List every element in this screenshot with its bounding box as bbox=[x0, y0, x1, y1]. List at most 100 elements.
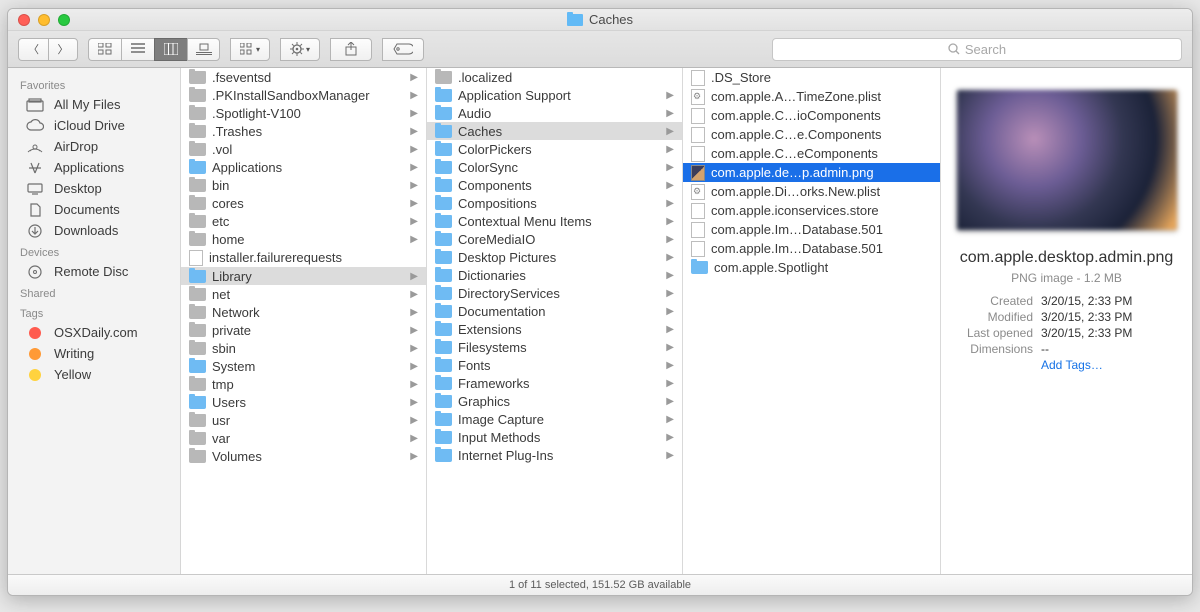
sidebar-item[interactable]: Remote Disc bbox=[8, 261, 180, 282]
chevron-right-icon: ▶ bbox=[666, 414, 676, 425]
file-row[interactable]: Frameworks▶ bbox=[427, 374, 682, 392]
file-row[interactable]: sbin▶ bbox=[181, 339, 426, 357]
file-row[interactable]: DirectoryServices▶ bbox=[427, 284, 682, 302]
file-row[interactable]: Fonts▶ bbox=[427, 356, 682, 374]
file-row[interactable]: ColorSync▶ bbox=[427, 158, 682, 176]
applications-icon bbox=[26, 161, 44, 175]
file-row[interactable]: com.apple.de…p.admin.png bbox=[683, 163, 940, 182]
file-row[interactable]: com.apple.Spotlight bbox=[683, 258, 940, 276]
sidebar-item[interactable]: OSXDaily.com bbox=[8, 322, 180, 343]
file-row[interactable]: Caches▶ bbox=[427, 122, 682, 140]
column-1[interactable]: .fseventsd▶.PKInstallSandboxManager▶.Spo… bbox=[181, 68, 427, 574]
list-view-button[interactable] bbox=[121, 38, 154, 61]
file-row[interactable]: .DS_Store bbox=[683, 68, 940, 87]
minimize-button[interactable] bbox=[38, 14, 50, 26]
file-row[interactable]: .Spotlight-V100▶ bbox=[181, 104, 426, 122]
file-name: Internet Plug-Ins bbox=[458, 448, 553, 463]
preview-thumbnail[interactable] bbox=[957, 90, 1177, 230]
file-row[interactable]: Extensions▶ bbox=[427, 320, 682, 338]
close-button[interactable] bbox=[18, 14, 30, 26]
forward-button[interactable]: 〉 bbox=[48, 38, 78, 61]
file-row[interactable]: usr▶ bbox=[181, 411, 426, 429]
sidebar-item[interactable]: Yellow bbox=[8, 364, 180, 385]
file-row[interactable]: com.apple.Im…Database.501 bbox=[683, 239, 940, 258]
file-name: Extensions bbox=[458, 322, 522, 337]
arrange-button[interactable]: ▾ bbox=[230, 38, 270, 61]
file-row[interactable]: Applications▶ bbox=[181, 158, 426, 176]
chevron-right-icon: ▶ bbox=[666, 270, 676, 281]
icon-view-button[interactable] bbox=[88, 38, 121, 61]
sidebar-item[interactable]: Writing bbox=[8, 343, 180, 364]
file-row[interactable]: Compositions▶ bbox=[427, 194, 682, 212]
file-row[interactable]: installer.failurerequests bbox=[181, 248, 426, 267]
share-button[interactable] bbox=[330, 38, 372, 61]
sidebar-item[interactable]: Applications bbox=[8, 157, 180, 178]
zoom-button[interactable] bbox=[58, 14, 70, 26]
file-row[interactable]: .Trashes▶ bbox=[181, 122, 426, 140]
file-row[interactable]: CoreMediaIO▶ bbox=[427, 230, 682, 248]
sidebar-item[interactable]: Desktop bbox=[8, 178, 180, 199]
file-row[interactable]: home▶ bbox=[181, 230, 426, 248]
sidebar-item[interactable]: Downloads bbox=[8, 220, 180, 241]
file-row[interactable]: Components▶ bbox=[427, 176, 682, 194]
file-row[interactable]: Documentation▶ bbox=[427, 302, 682, 320]
file-row[interactable]: Dictionaries▶ bbox=[427, 266, 682, 284]
chevron-right-icon: ▶ bbox=[410, 234, 420, 245]
file-row[interactable]: .fseventsd▶ bbox=[181, 68, 426, 86]
file-row[interactable]: com.apple.C…e.Components bbox=[683, 125, 940, 144]
file-row[interactable]: Volumes▶ bbox=[181, 447, 426, 465]
edit-tags-button[interactable] bbox=[382, 38, 424, 61]
file-row[interactable]: net▶ bbox=[181, 285, 426, 303]
column-3[interactable]: .DS_Storecom.apple.A…TimeZone.plistcom.a… bbox=[683, 68, 941, 574]
file-row[interactable]: .localized bbox=[427, 68, 682, 86]
action-group: ▾ bbox=[280, 38, 320, 61]
file-row[interactable]: Network▶ bbox=[181, 303, 426, 321]
folder-icon bbox=[435, 107, 452, 120]
file-row[interactable]: com.apple.C…eComponents bbox=[683, 144, 940, 163]
sidebar-item[interactable]: Documents bbox=[8, 199, 180, 220]
file-row[interactable]: private▶ bbox=[181, 321, 426, 339]
file-row[interactable]: var▶ bbox=[181, 429, 426, 447]
document-icon bbox=[691, 203, 705, 219]
file-row[interactable]: cores▶ bbox=[181, 194, 426, 212]
file-row[interactable]: bin▶ bbox=[181, 176, 426, 194]
file-row[interactable]: Input Methods▶ bbox=[427, 428, 682, 446]
file-row[interactable]: etc▶ bbox=[181, 212, 426, 230]
meta-key: Dimensions bbox=[953, 342, 1041, 356]
search-field[interactable]: Search bbox=[772, 38, 1182, 61]
sidebar-item[interactable]: AirDrop bbox=[8, 136, 180, 157]
file-row[interactable]: Internet Plug-Ins▶ bbox=[427, 446, 682, 464]
add-tags-link[interactable]: Add Tags… bbox=[1041, 358, 1103, 372]
file-row[interactable]: com.apple.iconservices.store bbox=[683, 201, 940, 220]
file-row[interactable]: Users▶ bbox=[181, 393, 426, 411]
sidebar-item[interactable]: iCloud Drive bbox=[8, 115, 180, 136]
file-row[interactable]: Application Support▶ bbox=[427, 86, 682, 104]
file-row[interactable]: Contextual Menu Items▶ bbox=[427, 212, 682, 230]
file-name: Applications bbox=[212, 160, 282, 175]
file-row[interactable]: ColorPickers▶ bbox=[427, 140, 682, 158]
action-button[interactable]: ▾ bbox=[280, 38, 320, 61]
file-name: Documentation bbox=[458, 304, 545, 319]
file-row[interactable]: Desktop Pictures▶ bbox=[427, 248, 682, 266]
back-button[interactable]: 〈 bbox=[18, 38, 48, 61]
sidebar-header: Shared bbox=[8, 282, 180, 302]
titlebar[interactable]: Caches bbox=[8, 9, 1192, 31]
file-row[interactable]: com.apple.Di…orks.New.plist bbox=[683, 182, 940, 201]
file-row[interactable]: Audio▶ bbox=[427, 104, 682, 122]
column-2[interactable]: .localizedApplication Support▶Audio▶Cach… bbox=[427, 68, 683, 574]
nav-buttons: 〈 〉 bbox=[18, 38, 78, 61]
file-row[interactable]: com.apple.Im…Database.501 bbox=[683, 220, 940, 239]
file-row[interactable]: System▶ bbox=[181, 357, 426, 375]
file-row[interactable]: Graphics▶ bbox=[427, 392, 682, 410]
file-row[interactable]: Image Capture▶ bbox=[427, 410, 682, 428]
file-row[interactable]: com.apple.C…ioComponents bbox=[683, 106, 940, 125]
column-view-button[interactable] bbox=[154, 38, 187, 61]
file-row[interactable]: tmp▶ bbox=[181, 375, 426, 393]
file-row[interactable]: Library▶ bbox=[181, 267, 426, 285]
file-row[interactable]: Filesystems▶ bbox=[427, 338, 682, 356]
sidebar-item[interactable]: All My Files bbox=[8, 94, 180, 115]
file-row[interactable]: .vol▶ bbox=[181, 140, 426, 158]
coverflow-view-button[interactable] bbox=[187, 38, 220, 61]
file-row[interactable]: .PKInstallSandboxManager▶ bbox=[181, 86, 426, 104]
file-row[interactable]: com.apple.A…TimeZone.plist bbox=[683, 87, 940, 106]
